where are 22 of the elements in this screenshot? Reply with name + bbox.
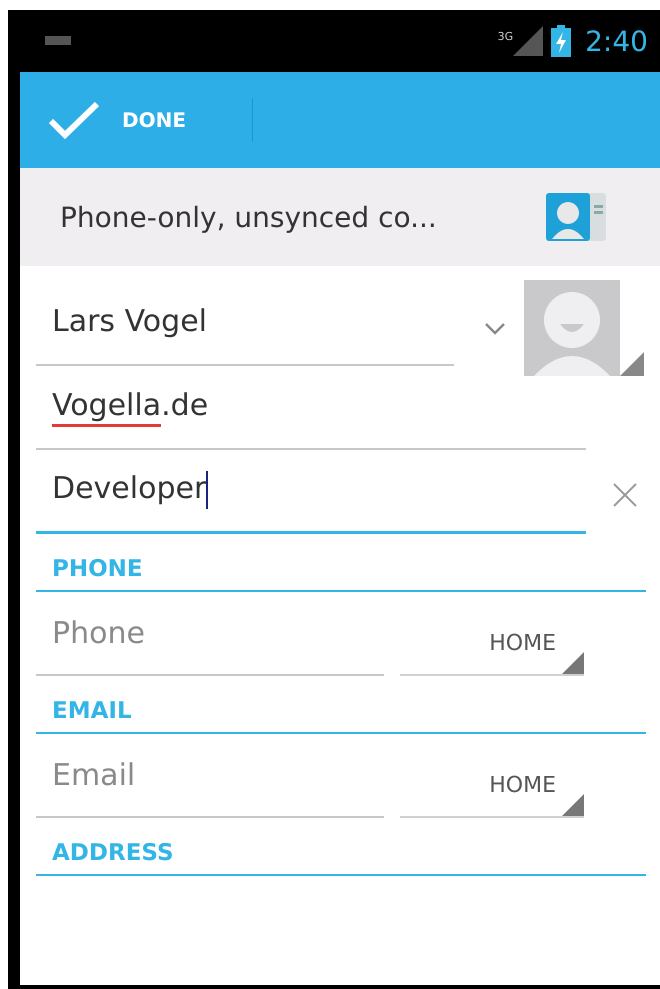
account-label: Phone-only, unsynced co... <box>60 200 437 234</box>
chevron-down-icon[interactable] <box>484 322 506 336</box>
text-field[interactable]: Developer <box>36 450 586 534</box>
network-type: 3G <box>498 30 514 43</box>
avatar-placeholder[interactable] <box>524 280 620 376</box>
text-field[interactable]: Lars Vogel <box>36 282 454 366</box>
corner-triangle-icon <box>562 794 584 816</box>
contact-card-icon <box>546 191 608 243</box>
section-header: PHONE <box>36 534 646 592</box>
section-header: ADDRESS <box>36 818 646 876</box>
type-dropdown[interactable]: HOME <box>400 734 584 818</box>
signal-icon <box>513 26 544 56</box>
text-field[interactable]: Vogella.de <box>36 366 586 450</box>
type-dropdown[interactable]: HOME <box>400 592 584 676</box>
keyboard-icon <box>44 35 72 47</box>
clock-time: 2:40 <box>585 24 648 58</box>
corner-triangle-icon <box>620 352 644 376</box>
corner-triangle-icon <box>562 652 584 674</box>
battery-charging-icon <box>551 25 572 57</box>
checkmark-icon <box>48 101 100 139</box>
clear-icon[interactable] <box>612 482 638 508</box>
section-header: EMAIL <box>36 676 646 734</box>
